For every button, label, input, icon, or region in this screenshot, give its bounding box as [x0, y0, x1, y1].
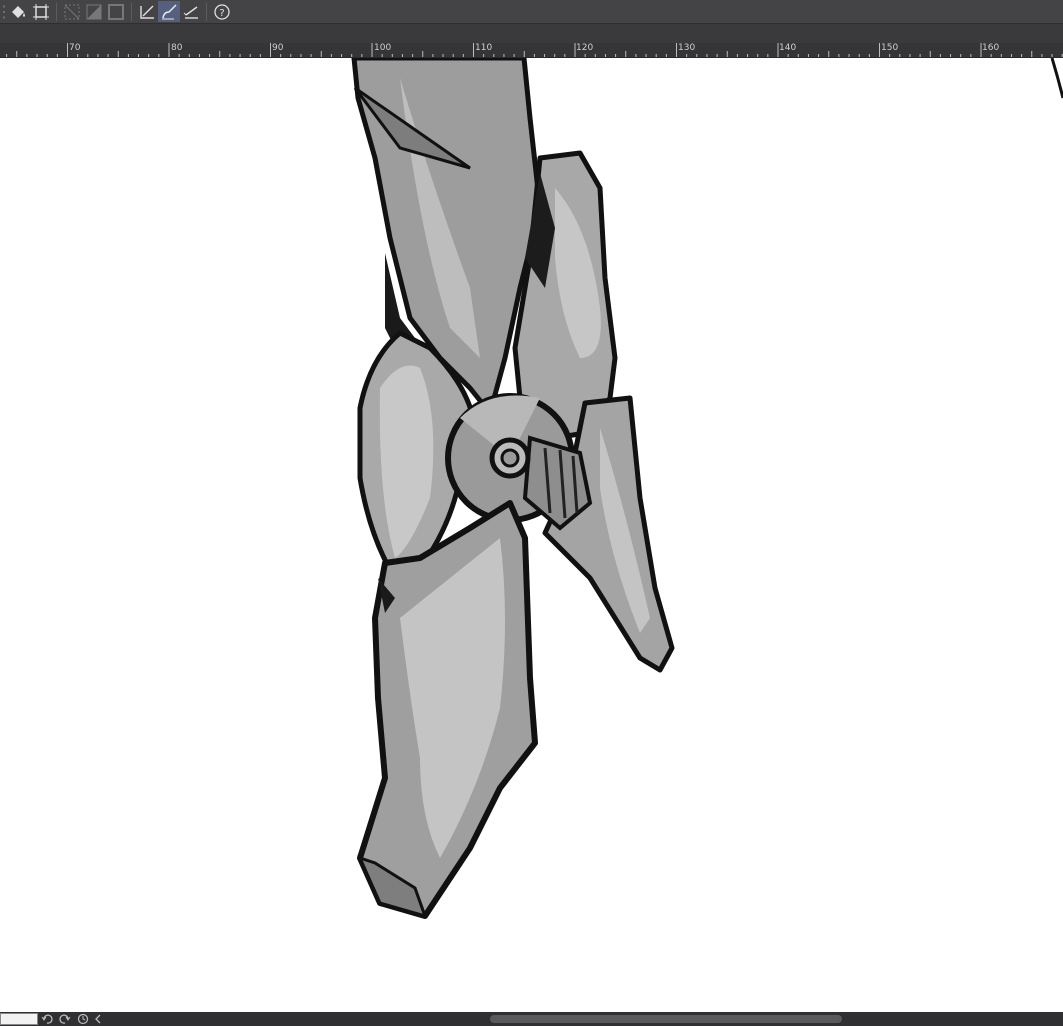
redo-icon[interactable] [56, 1012, 74, 1026]
invert-selection-icon[interactable] [83, 1, 105, 22]
history-icon[interactable] [74, 1012, 92, 1026]
robot-leg-artwork [351, 55, 1063, 919]
ruler-label: 100 [374, 43, 392, 53]
help-icon[interactable]: ? [211, 1, 233, 22]
top-toolbar: ⋮ ? [0, 0, 1063, 23]
ruler-label: 150 [881, 43, 899, 53]
transform-tool-icon[interactable] [30, 1, 52, 22]
toolbar-separator [206, 2, 207, 21]
ruler-label: 80 [171, 43, 183, 53]
select-none-icon[interactable] [61, 1, 83, 22]
navigator-thumbnail[interactable] [0, 1013, 38, 1025]
collapse-icon[interactable] [92, 1012, 104, 1026]
tool-property-bar [0, 23, 1063, 43]
svg-text:?: ? [219, 8, 224, 19]
fill-tool-icon[interactable] [8, 1, 30, 22]
selection-border-icon[interactable] [105, 1, 127, 22]
toolbar-handle-icon: ⋮ [0, 2, 12, 21]
ruler-label: 140 [779, 43, 797, 53]
ruler-label: 130 [678, 43, 696, 53]
drawing-canvas[interactable] [0, 55, 1063, 1012]
line-snap-icon[interactable] [180, 1, 202, 22]
ruler-label: 110 [475, 43, 493, 53]
toolbar-separator [56, 2, 57, 21]
ruler-label: 90 [272, 43, 284, 53]
ruler-label: 160 [982, 43, 1000, 53]
undo-icon[interactable] [38, 1012, 56, 1026]
horizontal-ruler[interactable]: 70 80 90 100 110 120 130 140 150 160 [0, 43, 1063, 58]
status-bar [0, 1012, 1063, 1026]
ruler-label: 120 [576, 43, 594, 53]
ruler-label: 70 [69, 43, 81, 53]
toolbar-separator [131, 2, 132, 21]
ruler-ticks [6, 43, 1063, 57]
horizontal-scrollbar[interactable] [490, 1015, 842, 1023]
ruler-snap-icon[interactable] [136, 1, 158, 22]
brush-snap-icon[interactable] [158, 1, 180, 22]
